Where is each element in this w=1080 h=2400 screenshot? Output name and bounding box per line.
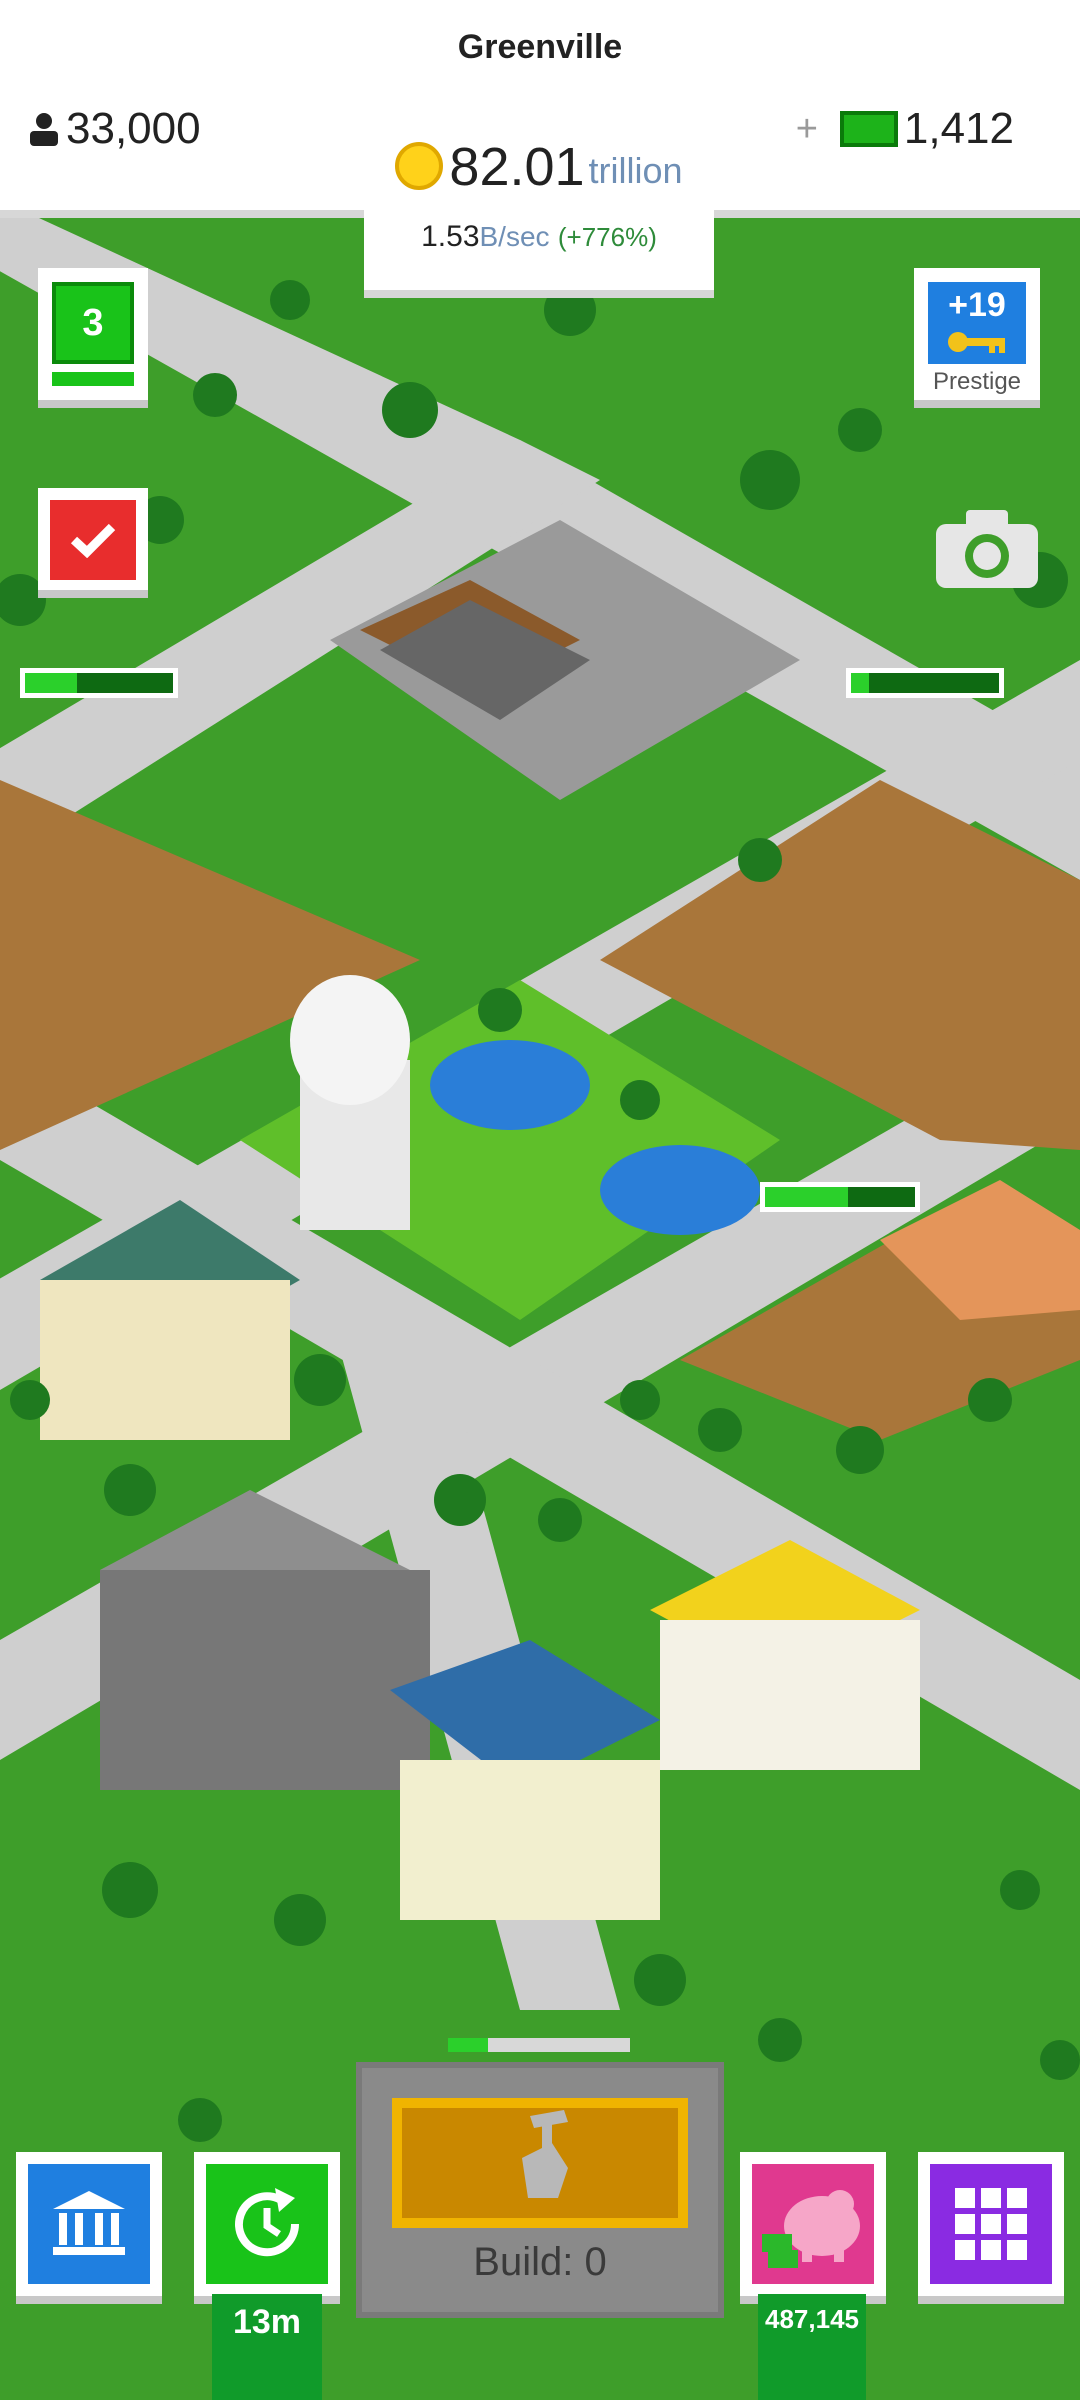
industrial-progress-bar <box>20 668 178 698</box>
progress-fill <box>765 1187 848 1207</box>
level-number: 3 <box>52 282 134 364</box>
hammer-hand-icon <box>522 2110 568 2198</box>
coins-panel-edge <box>364 290 714 298</box>
cash-icon <box>839 111 898 147</box>
population-counter: 33,000 <box>26 104 201 154</box>
coin-icon <box>395 142 444 190</box>
progress-fill <box>851 673 869 693</box>
person-icon <box>30 113 58 146</box>
key-icon <box>948 332 1005 353</box>
menu-button[interactable] <box>918 2152 1064 2304</box>
build-button[interactable]: Build: 0 <box>356 2062 724 2318</box>
boost-timer: 13m <box>212 2294 322 2400</box>
piggy-bank-icon <box>752 2164 874 2284</box>
camera-icon[interactable] <box>936 510 1038 588</box>
boost-button[interactable] <box>194 2152 340 2304</box>
city-name: Greenville <box>457 28 623 66</box>
prestige-label: Prestige <box>932 368 1022 395</box>
cash-counter[interactable]: + 1,412 <box>796 104 1014 154</box>
tasks-button[interactable] <box>38 488 148 598</box>
level-progress-bar <box>52 372 134 386</box>
income-unit: B/sec <box>479 221 550 252</box>
coins-counter: 82.01 trillion <box>364 136 714 198</box>
income-value: 1.53 <box>421 220 480 253</box>
bank-icon <box>28 2164 150 2284</box>
population-value: 33,000 <box>66 104 201 153</box>
clock-refresh-icon <box>206 2164 328 2284</box>
cash-value: 1,412 <box>903 104 1014 153</box>
checkmark-icon <box>50 500 136 580</box>
progress-fill <box>25 673 77 693</box>
suburb-progress-bar <box>760 1182 920 1212</box>
coins-panel: 82.01 trillion 1.53B/sec (+776%) <box>364 130 714 298</box>
build-label: Build: 0 <box>473 2240 607 2284</box>
build-progress-bar <box>448 2038 630 2052</box>
prestige-bonus: +19 <box>948 286 1006 324</box>
income-change: (+776%) <box>557 222 657 252</box>
bank-button[interactable] <box>16 2152 162 2304</box>
coins-unit: trillion <box>588 150 683 191</box>
prestige-badge: +19 <box>928 282 1026 364</box>
piggy-bank-button[interactable] <box>740 2152 886 2304</box>
build-progress-fill <box>448 2038 489 2052</box>
prestige-button[interactable]: +19 Prestige <box>914 268 1040 408</box>
grid-icon <box>930 2164 1052 2284</box>
level-button[interactable]: 3 <box>38 268 148 408</box>
build-slot <box>392 2098 688 2228</box>
add-cash-button[interactable]: + <box>796 108 818 151</box>
piggy-bank-amount: 487,145 <box>758 2294 866 2400</box>
coins-value: 82.01 <box>449 137 585 197</box>
income-rate: 1.53B/sec (+776%) <box>364 220 714 254</box>
east-lot-progress-bar <box>846 668 1004 698</box>
